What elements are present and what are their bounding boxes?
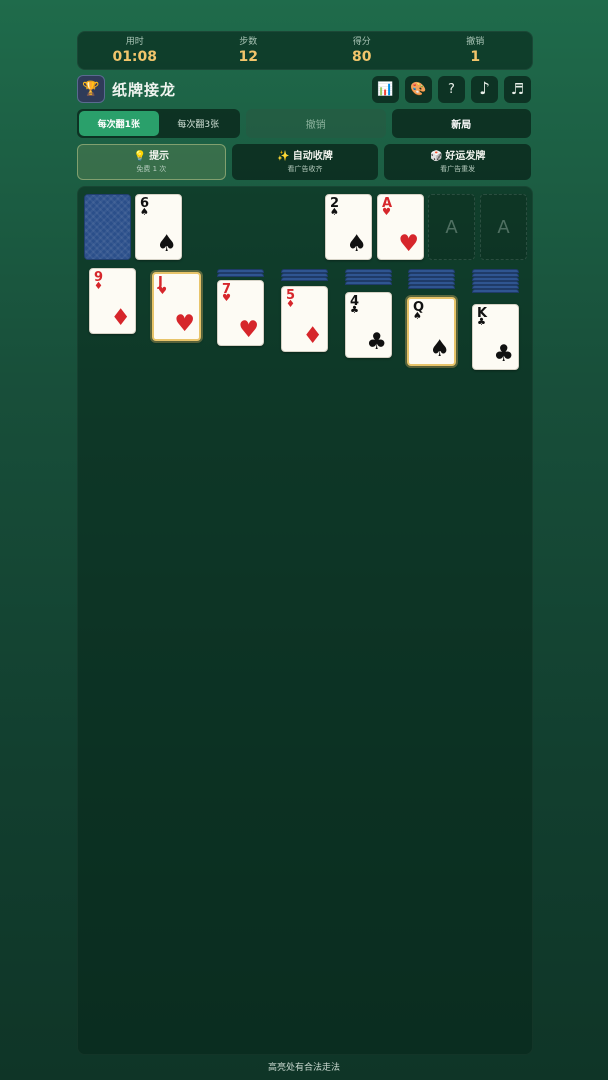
music-button[interactable]: ♬ <box>504 75 531 103</box>
foundation-3-empty[interactable]: A <box>428 194 475 260</box>
hint-title: 提示 <box>149 151 170 162</box>
footer-tip: 高亮处有合法走法 <box>267 1063 340 1073</box>
music-notes-icon: ♬ <box>510 80 525 98</box>
stat-label: 用时 <box>125 36 144 47</box>
stat-undo: 撤销 1 <box>419 32 533 69</box>
sound-button[interactable]: ♪ <box>471 75 498 103</box>
auto-collect-title: 自动收牌 <box>292 151 333 162</box>
header-tools: 📊 🎨 ? ♪ ♬ <box>372 75 531 103</box>
stat-value: 01:08 <box>112 48 158 65</box>
stat-score: 得分 80 <box>305 32 419 69</box>
game-board: 6 ♠ ♠ 2 ♠ ♠ A ♥ ♥ A A 9 ♦ ♦ J ♥ ♥ 7 ♥ ♥ … <box>77 186 533 1055</box>
auto-collect-button[interactable]: ✨ 自动收牌 看广告收齐 <box>231 144 379 180</box>
bar-chart-icon: 📊 <box>377 81 394 97</box>
draw-three-option[interactable]: 每次翻3张 <box>159 111 239 136</box>
hidden-card <box>472 289 519 293</box>
stat-value: 12 <box>238 48 258 65</box>
stat-value: 80 <box>352 48 372 65</box>
hidden-card <box>408 285 455 289</box>
theme-button[interactable]: 🎨 <box>405 75 432 103</box>
hint-subtitle: 免费 1 次 <box>136 165 167 173</box>
hint-button[interactable]: 💡 提示 免费 1 次 <box>77 144 226 180</box>
stat-label: 撤销 <box>466 36 485 47</box>
action-row: 💡 提示 免费 1 次 ✨ 自动收牌 看广告收齐 🎲 好运发牌 看广告重发 <box>77 144 532 180</box>
stat-label: 步数 <box>239 36 258 47</box>
auto-collect-subtitle: 看广告收齐 <box>287 165 323 173</box>
tableau-col-1-top[interactable]: 9 ♦ ♦ <box>89 268 136 334</box>
stat-time: 用时 01:08 <box>78 32 192 69</box>
foundation-4-empty[interactable]: A <box>480 194 527 260</box>
help-button[interactable]: ? <box>438 75 465 103</box>
app-title: 纸牌接龙 <box>112 80 177 99</box>
sparkles-icon: ✨ <box>277 151 290 162</box>
header: 🏆 纸牌接龙 📊 🎨 ? ♪ ♬ <box>77 74 531 104</box>
stock-pile[interactable] <box>84 194 131 260</box>
lucky-deal-subtitle: 看广告重发 <box>440 165 476 173</box>
stat-label: 得分 <box>352 36 371 47</box>
stat-value: 1 <box>470 48 481 65</box>
stats-button[interactable]: 📊 <box>372 75 399 103</box>
tableau-col-5-top[interactable]: 4 ♣ ♣ <box>345 292 392 358</box>
trophy-icon: 🏆 <box>77 75 105 103</box>
foundation-1[interactable]: 2 ♠ ♠ <box>325 194 372 260</box>
tableau-col-7-top[interactable]: K ♣ ♣ <box>472 304 519 370</box>
tableau-col-4-top[interactable]: 5 ♦ ♦ <box>281 286 328 352</box>
undo-button[interactable]: 撤销 <box>246 109 386 138</box>
foundation-2[interactable]: A ♥ ♥ <box>377 194 424 260</box>
question-icon: ? <box>448 81 455 97</box>
mode-row: 每次翻1张 每次翻3张 撤销 新局 <box>77 109 531 138</box>
stats-bar: 用时 01:08 步数 12 得分 80 撤销 1 <box>77 31 533 70</box>
waste-card[interactable]: 6 ♠ ♠ <box>135 194 182 260</box>
hidden-card <box>345 281 392 285</box>
draw-one-option[interactable]: 每次翻1张 <box>79 111 159 136</box>
hidden-card <box>217 273 264 277</box>
stat-moves: 步数 12 <box>192 32 306 69</box>
dice-icon: 🎲 <box>429 151 443 162</box>
music-note-icon: ♪ <box>479 79 490 99</box>
lightbulb-icon: 💡 <box>133 151 147 162</box>
tableau-col-6-top[interactable]: Q ♠ ♠ <box>407 297 456 366</box>
tableau-col-3-top[interactable]: 7 ♥ ♥ <box>217 280 264 346</box>
palette-icon: 🎨 <box>410 81 427 97</box>
draw-mode-toggle: 每次翻1张 每次翻3张 <box>77 109 240 138</box>
tableau-col-2-top[interactable]: J ♥ ♥ <box>152 272 201 341</box>
new-game-button[interactable]: 新局 <box>391 109 531 138</box>
hidden-card <box>281 277 328 281</box>
lucky-deal-button[interactable]: 🎲 好运发牌 看广告重发 <box>384 144 532 180</box>
lucky-deal-title: 好运发牌 <box>445 151 486 162</box>
